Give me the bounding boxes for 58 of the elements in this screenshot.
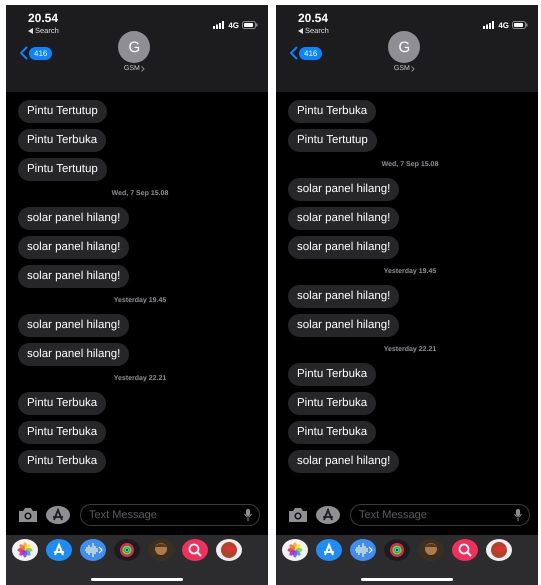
camera-icon[interactable] [18, 507, 38, 523]
status-time: 20.54 [298, 11, 329, 25]
chevron-icon [410, 66, 415, 72]
message-bubble: Pintu Terbuka [288, 363, 376, 386]
message-bubble: Pintu Tertutup [18, 100, 107, 123]
message-bubble: Pintu Terbuka [18, 392, 106, 415]
network-type: 4G [498, 20, 509, 30]
rings-icon[interactable] [384, 539, 410, 561]
message-input-field[interactable]: Text Message [80, 504, 260, 526]
apps-icon[interactable] [46, 506, 72, 524]
flower-icon[interactable] [12, 539, 38, 561]
sound-wave-icon[interactable] [350, 539, 376, 561]
message-bubble: solar panel hilang! [288, 314, 400, 337]
image-search-icon[interactable] [452, 539, 478, 561]
rings-icon[interactable] [114, 539, 140, 561]
chevron-icon [140, 66, 145, 72]
message-bubble: solar panel hilang! [288, 236, 400, 259]
message-bubble: solar panel hilang! [288, 450, 400, 473]
message-input-field[interactable]: Text Message [350, 504, 530, 526]
message-bubble: Pintu Terbuka [288, 100, 376, 123]
message-bubble: Pintu Terbuka [18, 421, 106, 444]
microphone-icon[interactable] [244, 509, 252, 521]
apps-icon[interactable] [316, 506, 342, 524]
image-search-icon[interactable] [182, 539, 208, 561]
message-bubble: Pintu Terbuka [18, 129, 106, 152]
message-bubble: Pintu Terbuka [18, 450, 106, 473]
chevron-left-icon [20, 46, 28, 60]
message-bubble: solar panel hilang! [18, 236, 130, 259]
letter-a-icon[interactable] [316, 539, 342, 561]
flower-icon[interactable] [282, 539, 308, 561]
sound-wave-icon[interactable] [80, 539, 106, 561]
message-bubble: solar panel hilang! [18, 265, 130, 288]
battery-icon [242, 21, 258, 29]
avatar-sticker-icon[interactable] [148, 539, 174, 561]
triangle-icon [28, 28, 33, 34]
sticker-icon[interactable] [216, 539, 242, 561]
message-bubble: Pintu Tertutup [288, 129, 377, 152]
message-bubble: solar panel hilang! [18, 207, 130, 230]
message-bubble: solar panel hilang! [288, 178, 400, 201]
battery-icon [512, 21, 528, 29]
letter-a-icon[interactable] [46, 539, 72, 561]
sticker-icon[interactable] [486, 539, 512, 561]
message-bubble: solar panel hilang! [18, 343, 130, 366]
network-type: 4G [228, 20, 239, 30]
chevron-left-icon [290, 46, 298, 60]
signal-icon [213, 21, 226, 29]
microphone-icon[interactable] [514, 509, 522, 521]
avatar-sticker-icon[interactable] [418, 539, 444, 561]
message-bubble: solar panel hilang! [288, 285, 400, 308]
triangle-icon [298, 28, 303, 34]
message-bubble: solar panel hilang! [18, 314, 130, 337]
camera-icon[interactable] [288, 507, 308, 523]
signal-icon [483, 21, 496, 29]
message-bubble: Pintu Terbuka [288, 421, 376, 444]
message-bubble: Pintu Terbuka [288, 392, 376, 415]
message-bubble: solar panel hilang! [288, 207, 400, 230]
message-bubble: Pintu Tertutup [18, 158, 107, 181]
status-time: 20.54 [28, 11, 59, 25]
